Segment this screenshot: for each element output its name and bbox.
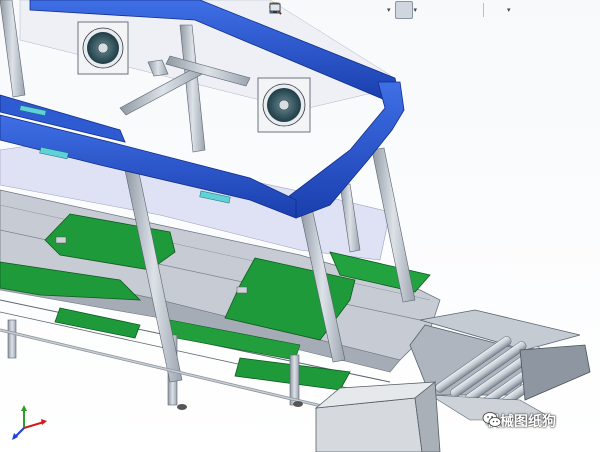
control-cabinet [314,381,441,452]
chevron-down-icon[interactable]: ▾ [507,6,511,14]
graphics-area[interactable]: ▾ ▾ ▾ 机械图纸狗 [0,0,600,452]
view-orientation-icon[interactable] [270,1,386,19]
watermark: 机械图纸狗 [482,411,556,431]
cooling-fan [77,21,129,75]
cooling-fan [257,77,311,133]
heads-up-view-toolbar: ▾ ▾ ▾ [268,1,513,19]
section-view-icon[interactable] [269,1,346,19]
dynamic-annotation-icon[interactable] [270,1,366,19]
reference-triad [10,402,50,442]
hide-show-items-icon[interactable] [269,1,439,19]
edit-appearance-icon[interactable] [270,1,459,19]
chevron-down-icon[interactable]: ▾ [387,6,391,14]
chevron-down-icon[interactable]: ▾ [414,6,418,14]
previous-view-icon[interactable] [269,1,326,19]
zoom-to-area-icon[interactable] [269,1,306,19]
toolbar-separator [483,3,485,17]
view-settings-icon[interactable] [269,1,506,19]
display-style-icon[interactable] [270,1,413,19]
apply-scene-icon[interactable] [269,1,479,19]
assembly-model[interactable] [0,0,600,452]
